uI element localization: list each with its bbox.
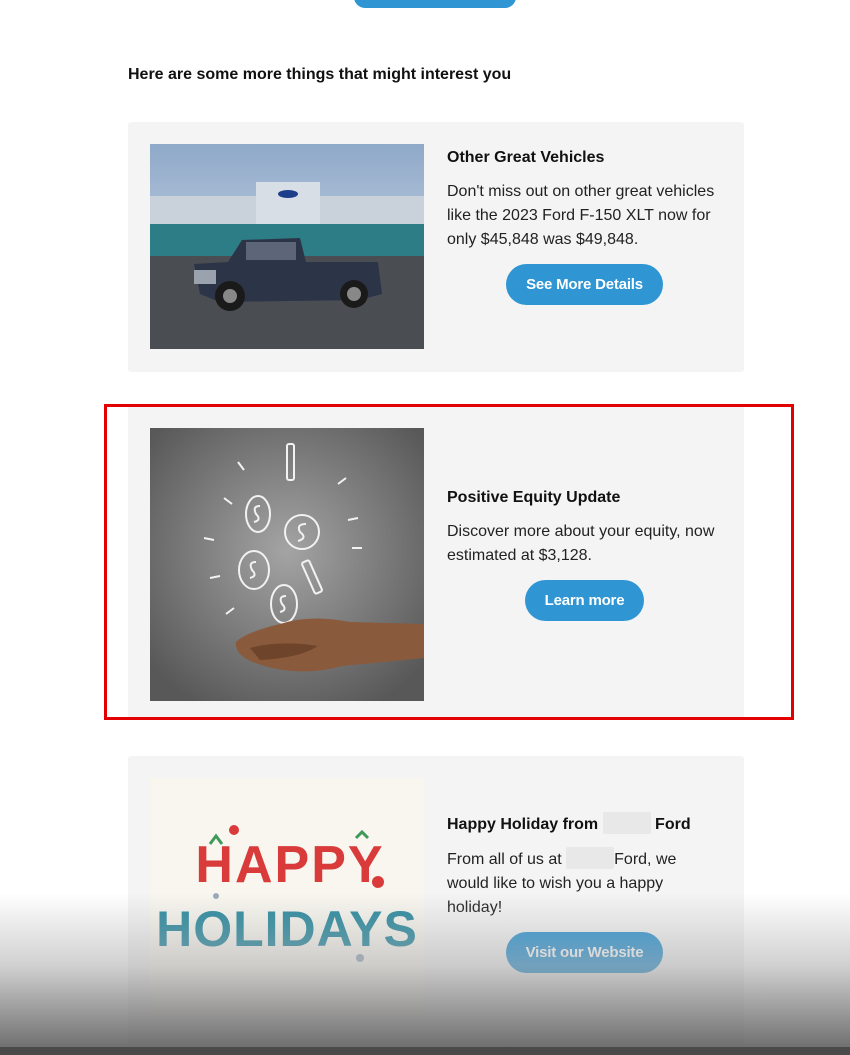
card-body: Other Great Vehicles Don't miss out on o… [447, 148, 722, 305]
happy-holidays-image[interactable]: HAPPY HOLIDAYS [150, 778, 424, 1018]
section-heading: Here are some more things that might int… [128, 66, 512, 83]
card-title-end: Ford [655, 816, 691, 833]
visit-website-button[interactable]: Visit our Website [505, 932, 664, 973]
redacted-dealer-name [602, 812, 651, 834]
happy-image-text: HAPPY [195, 836, 384, 894]
learn-more-button[interactable]: Learn more [524, 580, 645, 621]
vehicle-card: Other Great Vehicles Don't miss out on o… [128, 122, 744, 372]
card-text: Don't miss out on other great vehicles l… [447, 183, 715, 248]
card-title-start: Happy Holiday from [447, 816, 599, 833]
card-title: Happy Holiday from Ford [447, 812, 722, 835]
card-body: Happy Holiday from Ford From all of us a… [447, 812, 722, 973]
redacted-dealer-name [566, 847, 615, 869]
truck-image[interactable] [150, 144, 424, 349]
see-more-details-button[interactable]: See More Details [506, 264, 663, 305]
card-title: Other Great Vehicles [447, 149, 605, 166]
card-body: Positive Equity Update Discover more abo… [447, 488, 722, 621]
card-text-start: From all of us at [447, 851, 562, 868]
card-text: Discover more about your equity, now est… [447, 523, 715, 564]
card-text: From all of us at Ford, we would like to… [447, 847, 722, 920]
coins-hand-image[interactable] [150, 428, 424, 701]
bottom-bar [0, 1047, 850, 1055]
holidays-image-text: HOLIDAYS [156, 901, 418, 957]
equity-card: Positive Equity Update Discover more abo… [128, 406, 744, 718]
holiday-card: HAPPY HOLIDAYS Happy Holiday from Ford F… [128, 756, 744, 1055]
card-title: Positive Equity Update [447, 489, 621, 506]
top-button-edge[interactable] [354, 0, 516, 8]
